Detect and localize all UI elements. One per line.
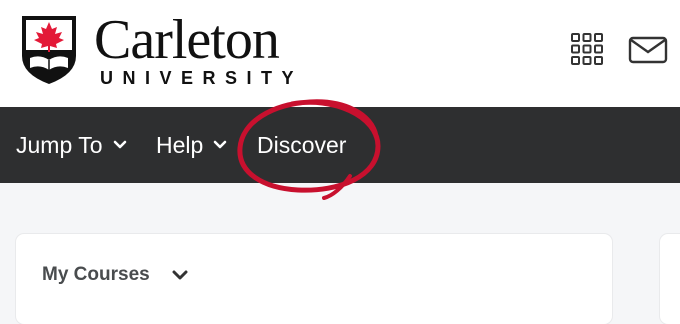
site-header: Carleton UNIVERSITY — [0, 0, 680, 107]
nav-discover-label: Discover — [257, 131, 347, 158]
my-courses-toggle[interactable]: My Courses — [42, 264, 188, 286]
mail-icon[interactable] — [628, 36, 668, 64]
nav-help[interactable]: Help — [156, 107, 227, 183]
nav-help-label: Help — [156, 131, 204, 158]
chevron-down-icon — [214, 140, 227, 149]
nav-jump-to-label: Jump To — [16, 131, 103, 158]
waffle-menu-icon[interactable] — [570, 32, 604, 66]
chevron-down-icon — [172, 270, 188, 279]
my-courses-title: My Courses — [42, 264, 150, 285]
brand-subtitle: UNIVERSITY — [100, 68, 304, 88]
navigation-bar: Jump To Help Discover — [0, 107, 680, 183]
my-courses-widget: My Courses — [16, 234, 612, 324]
chevron-down-icon — [113, 140, 126, 149]
carleton-logo[interactable]: Carleton UNIVERSITY — [20, 9, 320, 92]
side-widget — [660, 234, 680, 324]
shield-icon — [22, 16, 76, 84]
nav-jump-to[interactable]: Jump To — [16, 107, 127, 183]
brand-wordmark: Carleton — [94, 9, 280, 71]
nav-discover[interactable]: Discover — [257, 107, 346, 183]
